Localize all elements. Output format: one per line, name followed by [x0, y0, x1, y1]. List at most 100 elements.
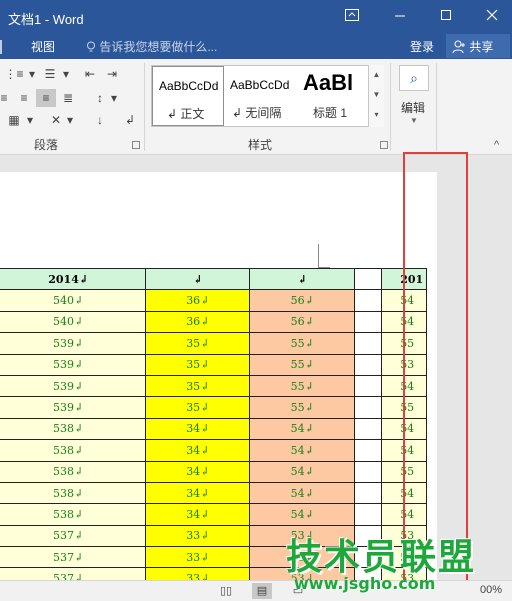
table-cell[interactable]: 55↲	[249, 396, 356, 419]
decrease-indent-icon[interactable]: ⇤	[80, 65, 100, 83]
line-spacing-dropdown-icon[interactable]: ▾	[108, 89, 120, 107]
table-cell[interactable]	[354, 353, 383, 376]
table-cell[interactable]	[354, 332, 383, 355]
table-cell[interactable]	[354, 396, 383, 419]
table-cell[interactable]: 537↲	[0, 524, 147, 548]
maximize-icon[interactable]	[436, 6, 456, 26]
style-heading-1[interactable]: AaBl 标题 1	[297, 66, 367, 126]
distributed-icon[interactable]: ≣	[58, 89, 78, 107]
styles-launcher-icon[interactable]	[380, 141, 388, 149]
tab-fragment[interactable]	[0, 40, 2, 54]
align-center-icon[interactable]: ≡	[0, 89, 14, 107]
table-cell[interactable]: 539↲	[0, 396, 147, 419]
word-window: 文档1 - Word 视图 告诉我您想要做什么... 登录 共享 ⋮≡ ▾ ☰ …	[0, 0, 512, 601]
zoom-level[interactable]: 00%	[480, 584, 502, 596]
table-cell[interactable]: 538↲	[0, 481, 147, 505]
increase-indent-icon[interactable]: ⇥	[102, 65, 122, 83]
borders-icon[interactable]: ▦	[4, 111, 24, 129]
numbering-icon[interactable]: ⋮≡	[4, 65, 24, 83]
table-cell[interactable]: 538↲	[0, 460, 147, 483]
multilevel-dropdown-icon[interactable]: ▾	[60, 65, 72, 83]
show-marks-icon[interactable]: ↲	[120, 111, 140, 129]
table-cell[interactable]	[354, 481, 383, 505]
document-page[interactable]: 2014↲ ↲ ↲ 201 540↲ 36↲ 56↲ 54 540↲ 36↲ 56↲ 54 539↲ 35…	[0, 172, 437, 580]
table-cell[interactable]: 54↲	[249, 481, 356, 505]
table-cell[interactable]: 36↲	[145, 289, 251, 312]
style-no-spacing[interactable]: AaBbCcDd ↲ 无间隔	[224, 66, 297, 126]
table-cell[interactable]: 33↲	[145, 546, 251, 569]
style-normal[interactable]: AaBbCcDd ↲ 正文	[152, 66, 224, 126]
table-cell[interactable]: 35↲	[145, 332, 251, 355]
paragraph-launcher-icon[interactable]	[132, 141, 140, 149]
table-cell[interactable]: ↲	[145, 267, 251, 291]
table-cell[interactable]	[354, 460, 383, 483]
table-cell[interactable]	[354, 289, 383, 312]
table-cell[interactable]: 34↲	[145, 503, 251, 526]
table-cell[interactable]: 539↲	[0, 353, 147, 376]
table-cell[interactable]: 540↲	[0, 310, 147, 334]
multilevel-list-icon[interactable]: ☰	[40, 65, 60, 83]
find-icon[interactable]: ⌕	[399, 65, 429, 91]
style-normal-name: ↲ 正文	[167, 107, 205, 121]
table-cell[interactable]: 55↲	[249, 353, 356, 376]
table-cell[interactable]: 538↲	[0, 503, 147, 526]
table-cell[interactable]: 538↲	[0, 439, 147, 462]
align-right-icon[interactable]: ≡	[14, 89, 34, 107]
table-cell[interactable]: 54↲	[249, 460, 356, 483]
table-cell[interactable]: 34↲	[145, 481, 251, 505]
edit-group-label[interactable]: 编辑	[401, 99, 425, 116]
justify-icon[interactable]: ≡	[36, 89, 56, 107]
table-cell[interactable]: 539↲	[0, 332, 147, 355]
share-button[interactable]: 共享	[446, 34, 510, 58]
table-cell[interactable]: 54↲	[249, 439, 356, 462]
table-cell[interactable]	[354, 439, 383, 462]
table-cell[interactable]: 34↲	[145, 417, 251, 441]
sort-icon[interactable]: ↓	[90, 111, 110, 129]
table-cell[interactable]: ↲	[249, 267, 356, 291]
asian-layout-dropdown-icon[interactable]: ▾	[64, 111, 76, 129]
gallery-more-icon[interactable]: ▾	[369, 105, 384, 125]
table-cell[interactable]: 55↲	[249, 374, 356, 398]
table-cell[interactable]: 538↲	[0, 417, 147, 441]
table-cell[interactable]: 55↲	[249, 332, 356, 355]
collapse-ribbon-icon[interactable]: ^	[494, 139, 499, 151]
table-cell[interactable]: 537↲	[0, 567, 147, 580]
minimize-icon[interactable]	[390, 6, 410, 26]
edit-dropdown-icon[interactable]: ▼	[410, 116, 418, 125]
table-cell[interactable]: 2014↲	[0, 267, 147, 291]
table-cell[interactable]: 34↲	[145, 439, 251, 462]
table-cell[interactable]	[354, 503, 383, 526]
close-icon[interactable]	[482, 6, 502, 26]
table-cell[interactable]: 35↲	[145, 374, 251, 398]
table-cell[interactable]	[354, 310, 383, 334]
table-cell[interactable]: 54↲	[249, 503, 356, 526]
table-cell[interactable]: 54↲	[249, 417, 356, 441]
line-spacing-icon[interactable]: ↕	[90, 89, 110, 107]
gallery-down-icon[interactable]: ▼	[369, 85, 384, 105]
table-cell[interactable]: 36↲	[145, 310, 251, 334]
print-layout-icon[interactable]: ▤	[252, 583, 272, 599]
table-cell[interactable]: 33↲	[145, 567, 251, 580]
table-cell[interactable]: 537↲	[0, 546, 147, 569]
table-cell[interactable]	[354, 417, 383, 441]
table-cell[interactable]: 34↲	[145, 460, 251, 483]
tab-view[interactable]: 视图	[31, 38, 55, 55]
login-link[interactable]: 登录	[410, 38, 434, 55]
table-cell[interactable]	[354, 374, 383, 398]
borders-dropdown-icon[interactable]: ▾	[24, 111, 36, 129]
table-cell[interactable]: 33↲	[145, 524, 251, 548]
table-cell[interactable]: 56↲	[249, 289, 356, 312]
table-cell[interactable]: 540↲	[0, 289, 147, 312]
table-cell[interactable]: 539↲	[0, 374, 147, 398]
numbering-dropdown-icon[interactable]: ▾	[26, 65, 38, 83]
table-cell[interactable]: 35↲	[145, 353, 251, 376]
table-cell[interactable]: 56↲	[249, 310, 356, 334]
tell-me-box[interactable]: 告诉我您想要做什么...	[86, 38, 217, 55]
gallery-up-icon[interactable]: ▲	[369, 65, 384, 85]
read-mode-icon[interactable]: ▯▯	[216, 583, 236, 599]
ribbon-display-icon[interactable]	[342, 6, 362, 26]
table-cell[interactable]	[354, 267, 383, 291]
table-cell[interactable]: 35↲	[145, 396, 251, 419]
asian-layout-icon[interactable]: ✕	[46, 111, 66, 129]
table-row: 539↲ 35↲ 55↲ 53	[0, 353, 427, 376]
